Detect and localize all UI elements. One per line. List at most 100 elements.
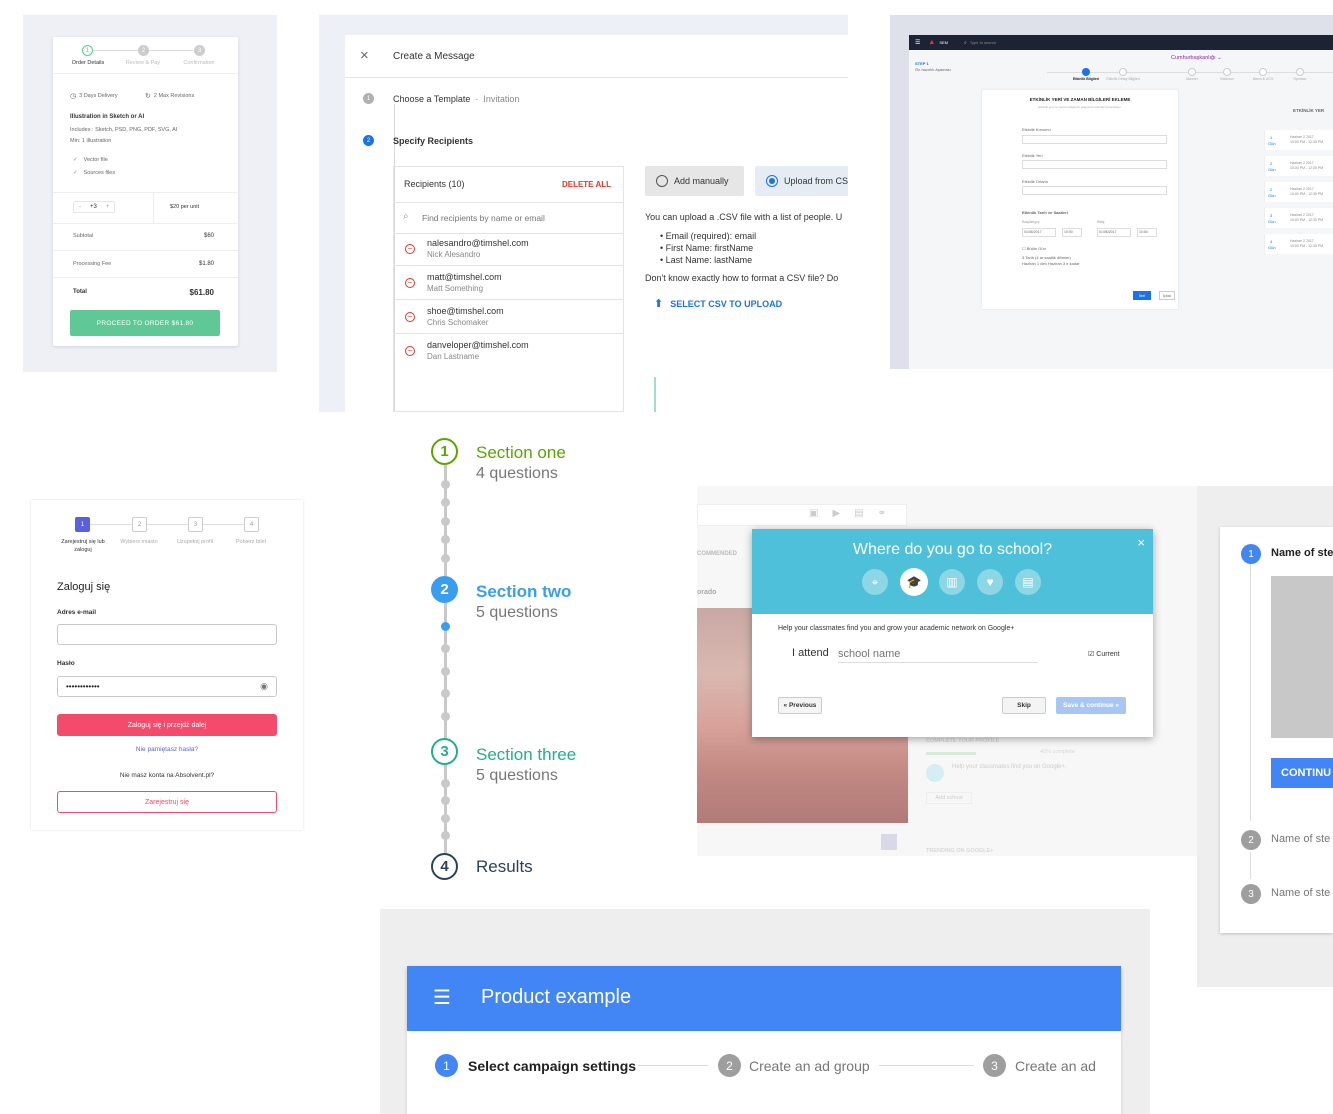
question-dot[interactable]: [441, 498, 450, 507]
checkbox-icon[interactable]: ☑: [1088, 650, 1094, 658]
schedule-item[interactable]: 2 Gün Haziran 2 2017 10:00 PM - 12:30 PM: [1264, 156, 1333, 176]
add-school-button[interactable]: Add school: [926, 792, 972, 804]
question-dot[interactable]: [441, 689, 450, 698]
step-2-label[interactable]: Create an ad group: [749, 1058, 870, 1074]
section-2-title[interactable]: Section two: [476, 582, 571, 602]
question-dot[interactable]: [441, 711, 450, 721]
wizard-tab-dot[interactable]: [1188, 68, 1196, 76]
upload-csv-option[interactable]: Upload from CS: [755, 166, 848, 196]
close-icon[interactable]: ×: [360, 47, 369, 64]
save-continue-button[interactable]: Save & continue »: [1056, 697, 1126, 714]
top-search-input[interactable]: Type to search: [970, 40, 996, 45]
question-dot[interactable]: [441, 553, 450, 563]
step-3-circle[interactable]: 3: [1241, 884, 1261, 904]
delete-all-button[interactable]: DELETE ALL: [562, 180, 611, 189]
menu-icon[interactable]: ☰: [915, 39, 920, 46]
step-2-label[interactable]: Name of ste: [1271, 833, 1330, 845]
section-4-circle[interactable]: 4: [431, 853, 458, 880]
continue-button[interactable]: CONTINU: [1271, 758, 1333, 788]
breadcrumb[interactable]: Cumhurbaşkanlığı ⌄: [1171, 55, 1222, 61]
remove-icon[interactable]: −: [405, 244, 415, 254]
profile-card-icon[interactable]: ▤: [1015, 569, 1041, 595]
remove-icon[interactable]: −: [405, 278, 415, 288]
step-dot-review[interactable]: 2: [138, 45, 149, 56]
question-dot[interactable]: [441, 644, 450, 653]
step-dot-confirmation[interactable]: 3: [194, 45, 205, 56]
step-1-circle[interactable]: 1: [1241, 544, 1261, 564]
step-box-2[interactable]: 2: [132, 517, 147, 532]
venue-select[interactable]: [1022, 160, 1167, 169]
allday-checkbox[interactable]: ☐ Bütün Gün: [1022, 246, 1046, 251]
step-box-1[interactable]: 1: [75, 517, 90, 532]
step-3-circle[interactable]: 3: [983, 1054, 1006, 1077]
start-date-input[interactable]: 01/06/2017: [1022, 228, 1056, 237]
recipient-search-input[interactable]: [422, 211, 612, 225]
question-dot[interactable]: [441, 778, 450, 788]
quantity-stepper[interactable]: - +3 +: [73, 201, 116, 213]
section-3-title[interactable]: Section three: [476, 745, 576, 765]
question-dot[interactable]: [441, 621, 450, 631]
eye-icon[interactable]: ◉: [260, 681, 268, 692]
education-icon[interactable]: 🎓: [900, 568, 928, 596]
section-1-title[interactable]: Section one: [476, 443, 566, 463]
password-field[interactable]: •••••••••••• ◉: [57, 676, 277, 697]
step-box-4[interactable]: 4: [244, 517, 259, 532]
wizard-tab-dot[interactable]: [1223, 68, 1231, 76]
quantity-value[interactable]: +3: [86, 204, 101, 210]
forgot-password-link[interactable]: Nie pamiętasz hasła?: [31, 746, 303, 753]
step-box-3[interactable]: 3: [188, 517, 203, 532]
wizard-tab-dot[interactable]: [1296, 68, 1304, 76]
skip-button[interactable]: Skip: [1002, 697, 1046, 714]
step-1-label[interactable]: Select campaign settings: [468, 1058, 636, 1074]
schedule-item[interactable]: 4 Gün Haziran 2 2017 10:00 PM - 12:30 PM: [1264, 234, 1333, 254]
question-dot[interactable]: [441, 516, 450, 526]
wizard-tab-dot[interactable]: [1119, 68, 1127, 76]
work-icon[interactable]: ▥: [939, 569, 965, 595]
question-dot[interactable]: [441, 666, 450, 676]
section-3-circle[interactable]: 3: [431, 738, 458, 765]
question-dot[interactable]: [441, 813, 450, 823]
link-icon[interactable]: ⚭: [878, 508, 886, 519]
close-icon[interactable]: ×: [1137, 535, 1145, 550]
end-date-input[interactable]: 01/06/2017: [1097, 228, 1131, 237]
schedule-item[interactable]: 1 Gün Haziran 2 2017 10:00 PM - 12:30 PM: [1264, 130, 1333, 150]
section-4-title[interactable]: Results: [476, 857, 533, 877]
email-field[interactable]: [57, 624, 277, 645]
login-submit-button[interactable]: Zaloguj się i przejdź dalej: [57, 714, 277, 736]
school-input[interactable]: [838, 645, 1038, 663]
location-input[interactable]: [1022, 135, 1167, 144]
schedule-item[interactable]: 3 Gün Haziran 2 2017 10:00 PM - 12:30 PM: [1264, 208, 1333, 228]
schedule-item[interactable]: 2 Gün Haziran 2 2017 10:00 PM - 12:30 PM: [1264, 182, 1333, 202]
image-icon[interactable]: ▣: [809, 508, 818, 519]
menu-icon[interactable]: ☰: [433, 988, 451, 1008]
register-button[interactable]: Zarejestruj się: [57, 791, 277, 813]
cancel-button[interactable]: İptal: [1159, 291, 1175, 300]
remove-icon[interactable]: −: [405, 346, 415, 356]
proceed-button[interactable]: PROCEED TO ORDER $61.80: [70, 310, 220, 336]
question-dot[interactable]: [441, 796, 450, 806]
step-1-circle[interactable]: 1: [435, 1054, 458, 1077]
step-3-label[interactable]: Create an ad: [1015, 1058, 1096, 1074]
current-checkbox[interactable]: ☑ Current: [1088, 650, 1120, 659]
end-time-input[interactable]: 10:00: [1137, 228, 1157, 237]
step-1[interactable]: Choose a Template · Invitation: [393, 94, 519, 104]
remove-icon[interactable]: −: [405, 312, 415, 322]
select-csv-button[interactable]: ⬆ SELECT CSV TO UPLOAD: [654, 297, 782, 310]
quantity-plus[interactable]: +: [101, 204, 115, 210]
wizard-tab-dot[interactable]: [1259, 68, 1267, 76]
add-manually-option[interactable]: Add manually: [645, 166, 744, 196]
radio-icon[interactable]: [656, 175, 668, 187]
step-2-circle[interactable]: 2: [1241, 830, 1261, 850]
quantity-minus[interactable]: -: [74, 204, 86, 210]
heart-icon[interactable]: ♥: [977, 569, 1003, 595]
step-2-circle[interactable]: 2: [718, 1054, 741, 1077]
step-dot-order-details[interactable]: 1: [82, 45, 93, 56]
wizard-tab-dot[interactable]: [1082, 68, 1090, 76]
next-button[interactable]: İleri: [1133, 291, 1151, 300]
video-icon[interactable]: ▶: [832, 508, 840, 519]
wizard-tab-label[interactable]: Etkinlik Detay Bilgileri: [1098, 77, 1148, 81]
radio-selected-icon[interactable]: [766, 175, 778, 187]
section-2-circle[interactable]: 2: [431, 576, 458, 603]
step-3-label[interactable]: Name of ste: [1271, 887, 1330, 899]
start-time-input[interactable]: 10:00: [1062, 228, 1082, 237]
